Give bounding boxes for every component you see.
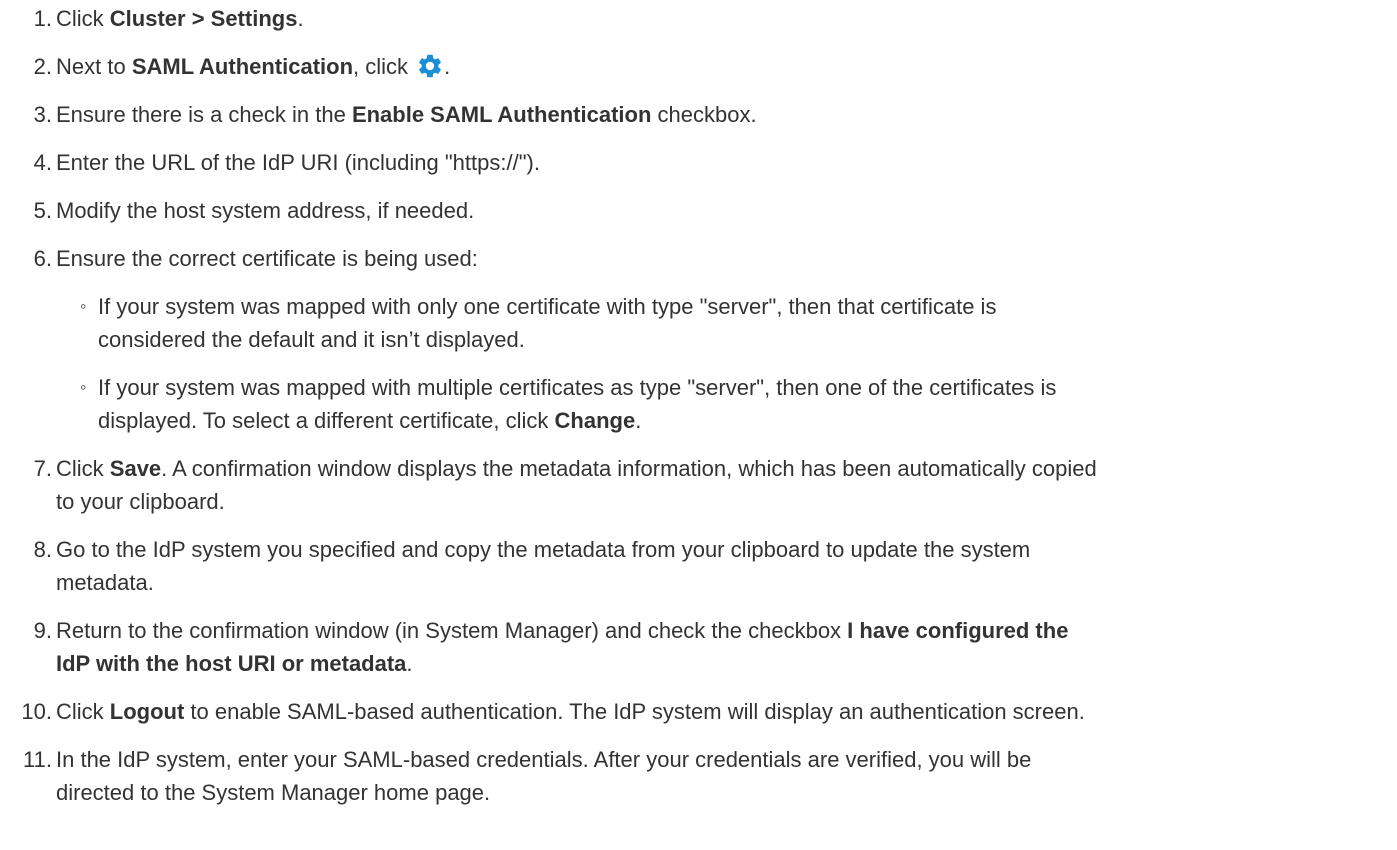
step-text: Click [56,699,110,724]
step-number: 9. [33,618,52,643]
step-text: . [297,6,304,31]
step-number: 3. [33,102,52,127]
procedure-steps: 1. Click Cluster > Settings. 2. Next to … [0,2,1397,809]
step-10: 10. Click Logout to enable SAML-based au… [0,695,1397,728]
step-number: 8. [33,537,52,562]
substep-text: If your system was mapped with multiple … [98,375,1057,400]
button-name: Save [109,456,162,481]
step-text: Return to the confirmation window (in Sy… [56,618,848,643]
substep-text: If your system was mapped with only one … [98,294,997,319]
step-9: 9. Return to the confirmation window (in… [0,614,1397,680]
bullet: ◦ [80,296,87,316]
step-6: 6. Ensure the correct certificate is bei… [0,242,1397,275]
step-8: 8. Go to the IdP system you specified an… [0,533,1397,599]
substep-2: ◦ If your system was mapped with multipl… [0,371,1397,437]
step-text: to your clipboard. [56,489,225,514]
checkbox-name: Enable SAML Authentication [351,102,652,127]
menu-path: Cluster > Settings [109,6,298,31]
step-text: directed to the System Manager home page… [56,780,491,805]
step-text: . A confirmation window displays the met… [161,456,1097,481]
substep-text: displayed. To select a different certifi… [98,408,555,433]
substep-text: considered the default and it isn’t disp… [98,327,525,352]
substep-text: . [635,408,642,433]
setting-name: SAML Authentication [131,54,354,79]
step-number: 10. [21,699,52,724]
step-1: 1. Click Cluster > Settings. [0,2,1397,35]
step-text: Enter the URL of the IdP URI (including … [56,150,540,175]
step-5: 5. Modify the host system address, if ne… [0,194,1397,227]
step-number: 11. [23,747,52,772]
substep-1: ◦ If your system was mapped with only on… [0,290,1397,356]
step-4: 4. Enter the URL of the IdP URI (includi… [0,146,1397,179]
step-number: 2. [33,54,52,79]
checkbox-name: IdP with the host URI or metadata [56,651,407,676]
step-text: Go to the IdP system you specified and c… [56,537,1031,562]
step-3: 3. Ensure there is a check in the Enable… [0,98,1397,131]
step-text: Next to [56,54,132,79]
step-2: 2. Next to SAML Authentication, click . [0,50,1397,83]
step-text: , click [353,54,415,79]
step-text: to enable SAML-based authentication. The… [184,699,1085,724]
step-text: Ensure the correct certificate is being … [56,246,478,271]
step-number: 7. [33,456,52,481]
step-text: metadata. [56,570,154,595]
step-7: 7. Click Save. A confirmation window dis… [0,452,1397,518]
step-number: 1. [33,6,52,31]
step-text: . [444,54,451,79]
step-text: Modify the host system address, if neede… [56,198,475,223]
step-11: 11. In the IdP system, enter your SAML-b… [0,743,1397,809]
button-name: Logout [109,699,185,724]
step-text: Click [56,6,110,31]
step-number: 4. [33,150,52,175]
step-number: 5. [33,198,52,223]
step-text: In the IdP system, enter your SAML-based… [56,747,1032,772]
step-text: . [406,651,413,676]
step-number: 6. [33,246,52,271]
bullet: ◦ [80,377,87,397]
button-name: Change [554,408,636,433]
step-text: Click [56,456,110,481]
step-text: checkbox. [651,102,757,127]
gear-icon [416,52,444,80]
step-text: Ensure there is a check in the [56,102,352,127]
checkbox-name: I have configured the [847,618,1069,643]
